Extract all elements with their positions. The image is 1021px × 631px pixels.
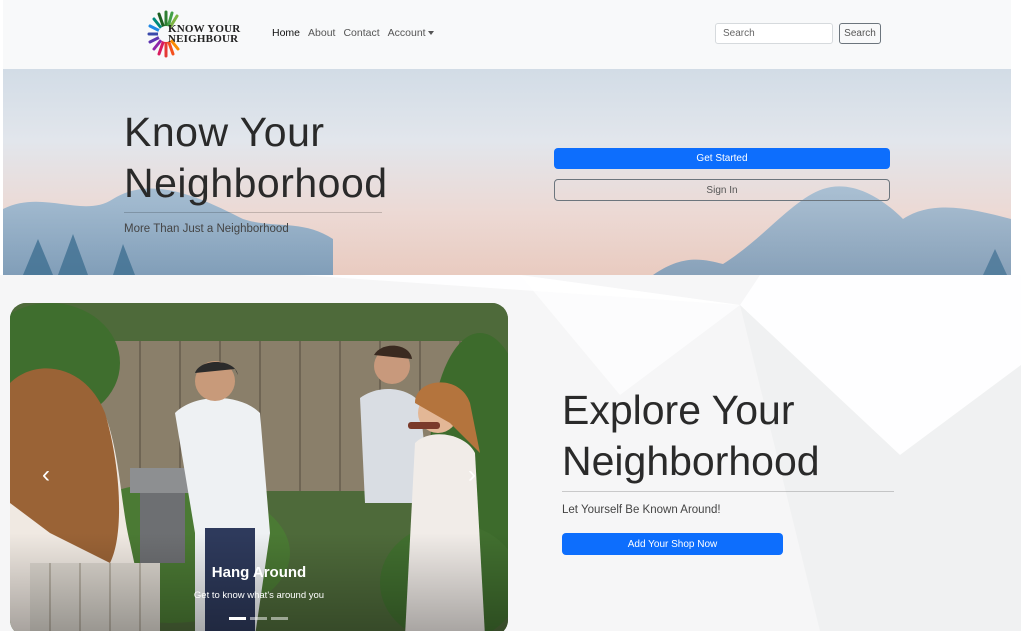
nav-link-home[interactable]: Home	[268, 27, 304, 39]
explore-title-line2: Neighborhood	[562, 438, 820, 484]
chevron-left-icon[interactable]: ‹	[42, 463, 50, 487]
explore-title: Explore Your Neighborhood	[562, 385, 820, 487]
chevron-right-icon[interactable]: ›	[468, 463, 476, 487]
nav-links: Home About Contact Account	[268, 27, 438, 39]
search-input[interactable]	[715, 23, 833, 44]
carousel-photo	[10, 303, 508, 631]
nav-dropdown-account[interactable]: Account	[384, 27, 438, 39]
hero-banner: Know Your Neighborhood More Than Just a …	[3, 69, 1011, 275]
explore-section: ‹ › Hang Around Get to know what's aroun…	[0, 275, 1021, 631]
carousel-indicator-1[interactable]	[229, 617, 246, 620]
explore-subtitle: Let Yourself Be Known Around!	[562, 504, 721, 516]
hero-subtitle: More Than Just a Neighborhood	[124, 223, 289, 235]
brand-name-line2: NEIGHBOUR	[168, 33, 239, 45]
hero-title-line2: Neighborhood	[124, 160, 388, 206]
explore-divider	[562, 491, 894, 492]
nav-link-contact[interactable]: Contact	[339, 27, 383, 39]
carousel-indicators	[229, 617, 288, 620]
carousel-indicator-3[interactable]	[271, 617, 288, 620]
nav-dropdown-account-label: Account	[387, 27, 426, 39]
carousel-indicator-2[interactable]	[250, 617, 267, 620]
hero-divider	[124, 212, 382, 213]
brand-logo[interactable]: KNOW YOUR NEIGHBOUR	[146, 6, 241, 62]
carousel-caption-title: Hang Around	[211, 564, 307, 581]
hero-title-line1: Know Your	[124, 109, 325, 155]
brand-name: KNOW YOUR NEIGHBOUR	[168, 24, 240, 45]
search-button[interactable]: Search	[839, 23, 881, 44]
caret-down-icon	[427, 31, 434, 35]
add-shop-button[interactable]: Add Your Shop Now	[562, 533, 783, 555]
sign-in-button[interactable]: Sign In	[554, 179, 890, 201]
image-carousel[interactable]: ‹ › Hang Around Get to know what's aroun…	[10, 303, 508, 631]
explore-title-line1: Explore Your	[562, 387, 795, 433]
carousel-caption-subtitle: Get to know what's around you	[193, 590, 325, 601]
nav-link-about[interactable]: About	[304, 27, 339, 39]
hero-title: Know Your Neighborhood	[124, 107, 388, 209]
get-started-button[interactable]: Get Started	[554, 148, 890, 169]
navbar: KNOW YOUR NEIGHBOUR Home About Contact A…	[3, 0, 1011, 69]
